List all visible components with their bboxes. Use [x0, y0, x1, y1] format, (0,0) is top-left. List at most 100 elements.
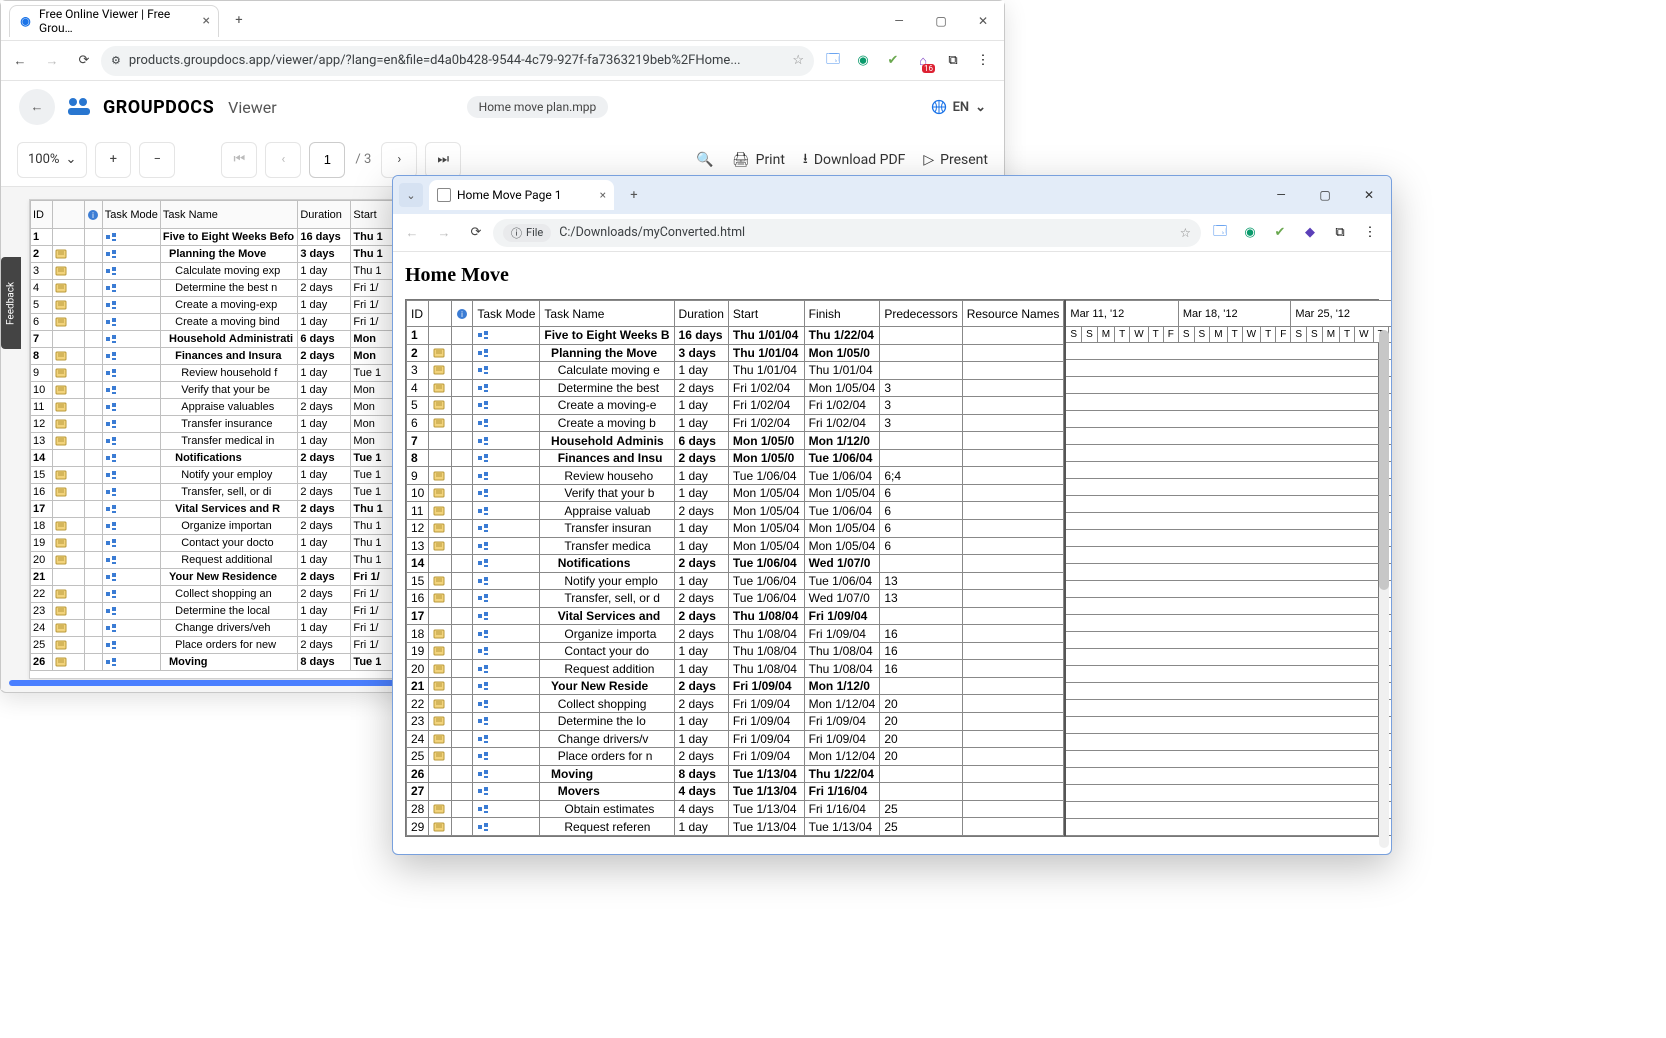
- close-tab-icon[interactable]: ×: [203, 13, 210, 29]
- ext-check-icon[interactable]: ✔: [1271, 224, 1289, 242]
- table-row[interactable]: 22 Collect shopping2 daysFri 1/09/04Mon …: [407, 695, 1064, 713]
- tab-search-button[interactable]: ⌄: [399, 183, 423, 207]
- language-button[interactable]: EN ⌄: [931, 99, 986, 115]
- table-row[interactable]: 20 Request additional1 dayThu 1: [31, 552, 398, 569]
- table-row[interactable]: 14 Notifications2 daysTue 1: [31, 450, 398, 467]
- maximize-button[interactable]: ▢: [1303, 176, 1347, 214]
- vertical-scrollbar[interactable]: [1379, 330, 1389, 848]
- close-tab-icon[interactable]: ×: [600, 188, 606, 202]
- close-window-button[interactable]: ✕: [1347, 176, 1391, 214]
- table-row[interactable]: 8 Finances and Insu2 daysMon 1/05/0Tue 1…: [407, 449, 1064, 467]
- table-row[interactable]: 15 Notify your employ1 dayTue 1: [31, 467, 398, 484]
- table-row[interactable]: 2 Planning the Move3 daysThu 1/01/04Mon …: [407, 344, 1064, 362]
- table-row[interactable]: 10 Verify that your be1 dayMon: [31, 382, 398, 399]
- maximize-button[interactable]: ▢: [920, 1, 962, 41]
- table-row[interactable]: 13 Transfer medical in1 dayMon: [31, 433, 398, 450]
- table-row[interactable]: 28 Obtain estimates4 daysTue 1/13/04Fri …: [407, 800, 1064, 818]
- nav-forward-button[interactable]: →: [429, 218, 459, 248]
- table-row[interactable]: 12 Transfer insurance1 dayMon: [31, 416, 398, 433]
- table-row[interactable]: 5 Create a moving-e1 dayFri 1/02/04Fri 1…: [407, 397, 1064, 415]
- ext-translate-icon[interactable]: 🗔: [824, 52, 842, 70]
- present-button[interactable]: ▷Present: [923, 152, 988, 168]
- first-page-button[interactable]: ⏮: [221, 142, 257, 178]
- table-row[interactable]: 25 Place orders for n2 daysFri 1/09/04Mo…: [407, 748, 1064, 766]
- table-row[interactable]: 26 Moving8 daysTue 1: [31, 654, 398, 671]
- table-row[interactable]: 13 Transfer medica1 dayMon 1/05/04Mon 1/…: [407, 537, 1064, 555]
- table-row[interactable]: 24 Change drivers/v1 dayFri 1/09/04Fri 1…: [407, 730, 1064, 748]
- table-row[interactable]: 18 Organize importan2 daysThu 1: [31, 518, 398, 535]
- table-row[interactable]: 7 Household Administrati6 daysMon: [31, 331, 398, 348]
- browser-tab[interactable]: Home Move Page 1 ×: [429, 180, 614, 210]
- nav-forward-button[interactable]: →: [37, 46, 67, 76]
- table-row[interactable]: 15 Notify your emplo1 dayTue 1/06/04Tue …: [407, 572, 1064, 590]
- table-row[interactable]: 11 Appraise valuab2 daysMon 1/05/04Tue 1…: [407, 502, 1064, 520]
- table-row[interactable]: 16 Transfer, sell, or di2 daysTue 1: [31, 484, 398, 501]
- table-row[interactable]: 21 Your New Reside2 daysFri 1/09/04Mon 1…: [407, 677, 1064, 695]
- table-row[interactable]: 21 Your New Residence2 daysFri 1/: [31, 569, 398, 586]
- address-bar[interactable]: ⓘFile C:/Downloads/myConverted.html ☆: [493, 219, 1201, 247]
- nav-back-button[interactable]: ←: [5, 46, 35, 76]
- table-row[interactable]: 1Five to Eight Weeks Befo16 daysThu 1: [31, 229, 398, 246]
- ext-diamond-icon[interactable]: ◆: [1301, 224, 1319, 242]
- ext-home-icon[interactable]: ⌂16: [914, 52, 932, 70]
- table-row[interactable]: 20 Request addition1 dayThu 1/08/04Thu 1…: [407, 660, 1064, 678]
- table-row[interactable]: 23 Determine the lo1 dayFri 1/09/04Fri 1…: [407, 713, 1064, 731]
- zoom-out-button[interactable]: −: [139, 142, 175, 178]
- minimize-button[interactable]: —: [878, 1, 920, 41]
- table-row[interactable]: 29 Request referen1 dayTue 1/13/04Tue 1/…: [407, 818, 1064, 836]
- table-row[interactable]: 9 Review househo1 dayTue 1/06/04Tue 1/06…: [407, 467, 1064, 485]
- reload-button[interactable]: ⟳: [461, 218, 491, 248]
- table-row[interactable]: 1Five to Eight Weeks B16 daysThu 1/01/04…: [407, 327, 1064, 345]
- page-input[interactable]: [309, 142, 345, 178]
- address-bar[interactable]: ⚙ products.groupdocs.app/viewer/app/?lan…: [101, 46, 814, 76]
- app-back-button[interactable]: ←: [19, 89, 55, 125]
- ext-grammarly-icon[interactable]: ◉: [854, 52, 872, 70]
- browser-menu-icon[interactable]: ⋮: [1361, 224, 1379, 242]
- table-row[interactable]: 6 Create a moving b1 dayFri 1/02/04Fri 1…: [407, 414, 1064, 432]
- ext-grammarly-icon[interactable]: ◉: [1241, 224, 1259, 242]
- extensions-icon[interactable]: ⧉: [944, 52, 962, 70]
- table-row[interactable]: 4 Determine the best n2 daysFri 1/: [31, 280, 398, 297]
- table-row[interactable]: 17 Vital Services and R2 daysThu 1: [31, 501, 398, 518]
- next-page-button[interactable]: ›: [381, 142, 417, 178]
- close-window-button[interactable]: ✕: [962, 1, 1004, 41]
- new-tab-button[interactable]: +: [622, 183, 646, 207]
- table-row[interactable]: 5 Create a moving-exp1 dayFri 1/: [31, 297, 398, 314]
- table-row[interactable]: 26 Moving8 daysTue 1/13/04Thu 1/22/04: [407, 765, 1064, 783]
- feedback-tab[interactable]: Feedback: [1, 257, 21, 349]
- ext-check-icon[interactable]: ✔: [884, 52, 902, 70]
- table-row[interactable]: 23 Determine the local1 dayFri 1/: [31, 603, 398, 620]
- table-row[interactable]: 8 Finances and Insura2 daysMon: [31, 348, 398, 365]
- table-row[interactable]: 11 Appraise valuables2 daysMon: [31, 399, 398, 416]
- table-row[interactable]: 7 Household Adminis6 daysMon 1/05/0Mon 1…: [407, 432, 1064, 450]
- table-row[interactable]: 18 Organize importa2 daysThu 1/08/04Fri …: [407, 625, 1064, 643]
- reload-button[interactable]: ⟳: [69, 46, 99, 76]
- table-row[interactable]: 4 Determine the best2 daysFri 1/02/04Mon…: [407, 379, 1064, 397]
- browser-tab[interactable]: ◉ Free Online Viewer | Free Grou… ×: [9, 5, 219, 37]
- table-row[interactable]: 12 Transfer insuran1 dayMon 1/05/04Mon 1…: [407, 520, 1064, 538]
- minimize-button[interactable]: —: [1259, 176, 1303, 214]
- last-page-button[interactable]: ⏭: [425, 142, 461, 178]
- table-row[interactable]: 24 Change drivers/veh1 dayFri 1/: [31, 620, 398, 637]
- bookmark-star-icon[interactable]: ☆: [792, 53, 804, 68]
- nav-back-button[interactable]: ←: [397, 218, 427, 248]
- table-row[interactable]: 3 Calculate moving e1 dayThu 1/01/04Thu …: [407, 362, 1064, 380]
- table-row[interactable]: 22 Collect shopping an2 daysFri 1/: [31, 586, 398, 603]
- print-button[interactable]: 🖨Print: [732, 152, 785, 168]
- extensions-icon[interactable]: ⧉: [1331, 224, 1349, 242]
- ext-translate-icon[interactable]: 🗔: [1211, 224, 1229, 242]
- table-row[interactable]: 9 Review household f1 dayTue 1: [31, 365, 398, 382]
- table-row[interactable]: 2 Planning the Move3 daysThu 1: [31, 246, 398, 263]
- table-row[interactable]: 25 Place orders for new2 daysFri 1/: [31, 637, 398, 654]
- zoom-dropdown[interactable]: 100%⌄: [17, 142, 87, 178]
- table-row[interactable]: 27 Movers4 daysTue 1/13/04Fri 1/16/04: [407, 783, 1064, 801]
- table-row[interactable]: 16 Transfer, sell, or d2 daysTue 1/06/04…: [407, 590, 1064, 608]
- download-pdf-button[interactable]: ⭳Download PDF: [803, 148, 905, 172]
- table-row[interactable]: 17 Vital Services and2 daysThu 1/08/04Fr…: [407, 607, 1064, 625]
- search-button[interactable]: 🔍: [696, 152, 713, 168]
- table-row[interactable]: 3 Calculate moving exp1 dayThu 1: [31, 263, 398, 280]
- file-chip[interactable]: ⓘFile: [503, 224, 551, 242]
- scrollbar-thumb[interactable]: [1379, 330, 1389, 590]
- table-row[interactable]: 14 Notifications2 daysTue 1/06/04Wed 1/0…: [407, 555, 1064, 573]
- table-row[interactable]: 6 Create a moving bind1 dayFri 1/: [31, 314, 398, 331]
